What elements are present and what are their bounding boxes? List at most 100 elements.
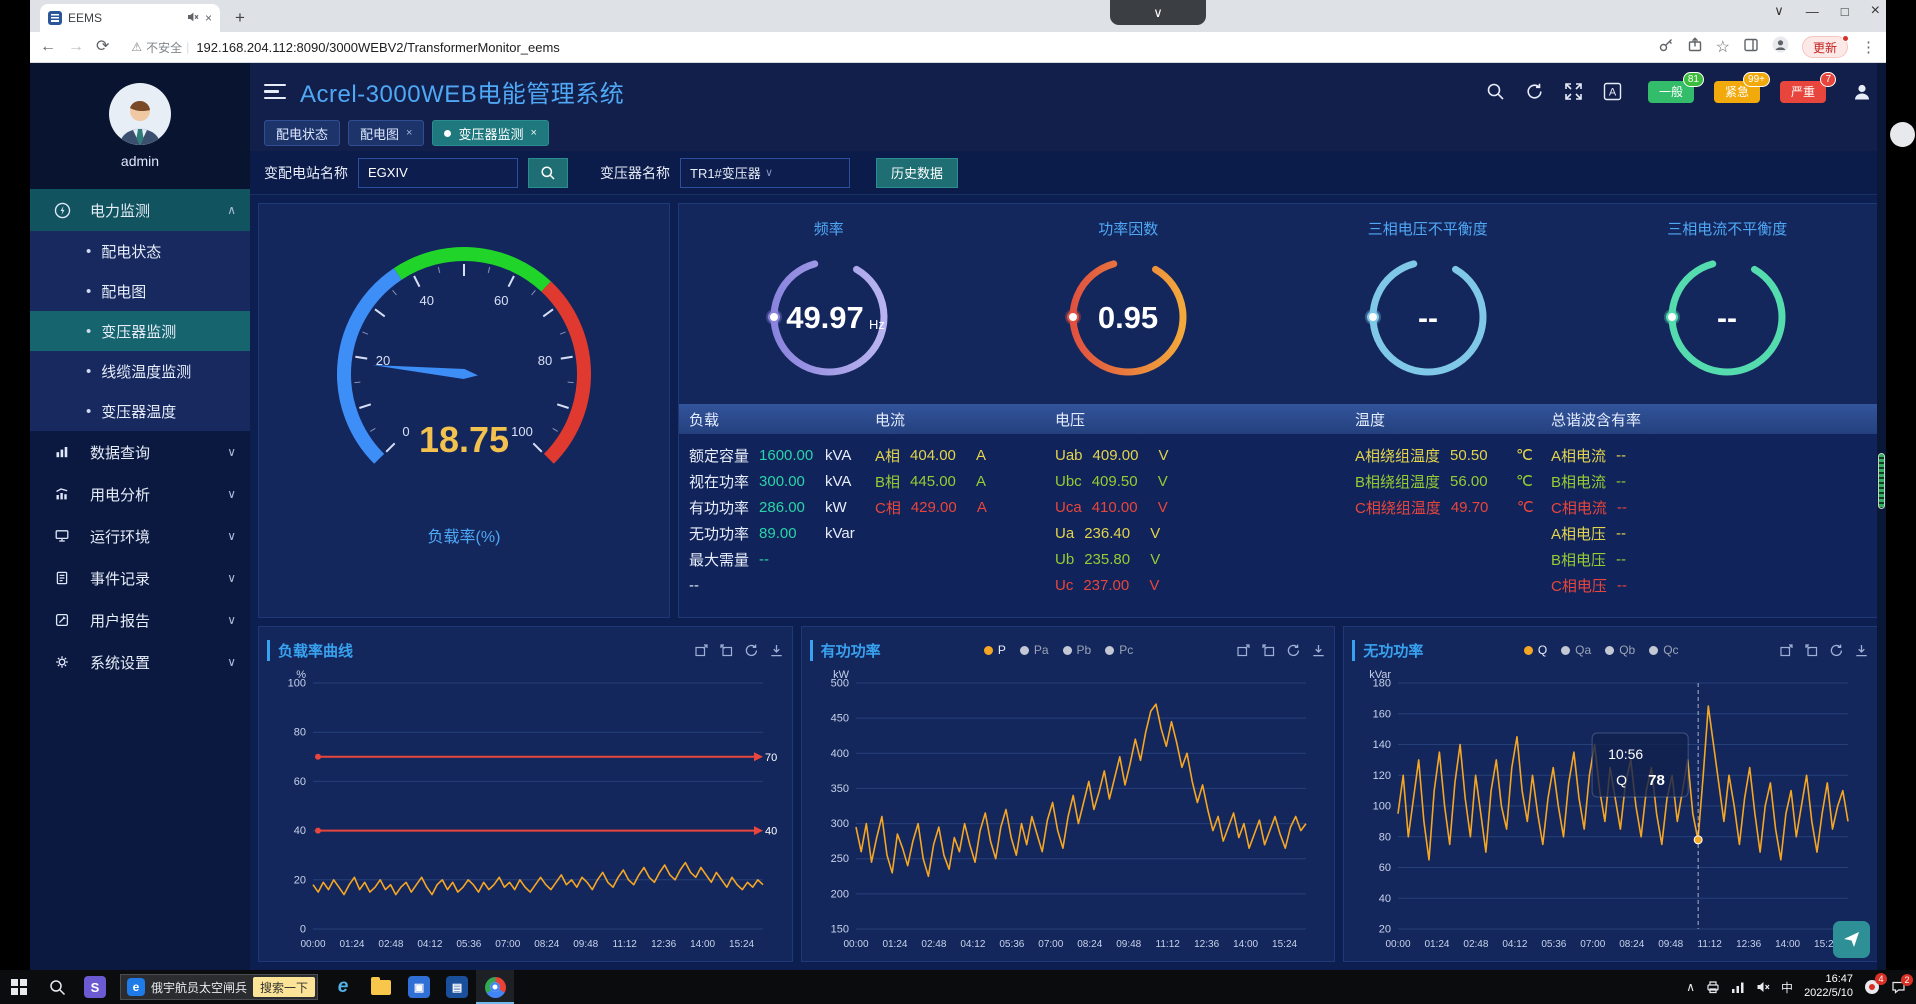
menu-kebab-icon[interactable]: ⋮ [1861, 38, 1876, 56]
window-maximize-button[interactable]: □ [1841, 4, 1849, 19]
alarm-badge-0[interactable]: 一般81 [1648, 81, 1694, 103]
legend-item-Qc[interactable]: Qc [1649, 643, 1678, 657]
reload-icon[interactable]: ⟳ [96, 39, 109, 55]
sidebar-item-1[interactable]: 数据查询∨ [30, 431, 250, 473]
download-icon[interactable] [769, 643, 784, 658]
sidebar-subitem-0-1[interactable]: •配电图 [30, 271, 250, 311]
svg-text:15:24: 15:24 [1272, 939, 1297, 950]
side-panel-icon[interactable] [1743, 37, 1759, 58]
bookmark-star-icon[interactable]: ☆ [1716, 37, 1730, 57]
fullscreen-icon[interactable] [1564, 82, 1583, 101]
news-widget[interactable]: e 俄宇航员太空闸兵 搜索一下 [120, 974, 318, 1000]
sidebar-subitem-0-3[interactable]: •线缆温度监测 [30, 351, 250, 391]
download-icon[interactable] [1854, 643, 1869, 658]
ring-gauge-title: 频率 [814, 218, 844, 239]
capture-bar[interactable]: ∨ [1110, 0, 1206, 25]
sidebar-item-4[interactable]: 事件记录∨ [30, 557, 250, 599]
ime-indicator[interactable]: 中 [1781, 979, 1793, 996]
update-button[interactable]: 更新 [1802, 36, 1848, 58]
tab-chip-1[interactable]: 配电图× [348, 120, 424, 146]
sidebar-item-2[interactable]: 用电分析∨ [30, 473, 250, 515]
password-key-icon[interactable] [1658, 37, 1674, 58]
sidebar-item-5[interactable]: 用户报告∨ [30, 599, 250, 641]
sidebar-subitem-0-2[interactable]: •变压器监测 [30, 311, 250, 351]
legend-item-Pc[interactable]: Pc [1105, 643, 1133, 657]
tray-chevron-up-icon[interactable]: ∧ [1686, 980, 1695, 994]
legend-item-Qa[interactable]: Qa [1561, 643, 1591, 657]
sidebar-subitem-0-4[interactable]: •变压器温度 [30, 391, 250, 431]
taskbar-search-icon[interactable] [38, 970, 76, 1004]
chat-float-button[interactable] [1833, 921, 1870, 958]
scrollbar-thumb[interactable] [1878, 453, 1885, 509]
avatar[interactable] [109, 83, 171, 145]
svg-text:11:12: 11:12 [613, 939, 638, 950]
share-icon[interactable] [1687, 37, 1703, 58]
alarm-badge-2[interactable]: 严重7 [1780, 81, 1826, 103]
sidebar-item-3[interactable]: 运行环境∨ [30, 515, 250, 557]
datazoom-icon[interactable] [694, 643, 709, 658]
refresh-icon[interactable] [744, 643, 759, 658]
datazoom-icon[interactable] [1779, 643, 1794, 658]
restore-icon[interactable] [719, 643, 734, 658]
table-column-4: A相电流--B相电流--C相电流--A相电压--B相电压--C相电压-- [1541, 442, 1877, 617]
profile-avatar-icon[interactable] [1772, 36, 1789, 58]
printer-icon[interactable] [1706, 980, 1720, 994]
start-button[interactable] [0, 970, 38, 1004]
file-explorer-icon[interactable] [362, 970, 400, 1004]
close-icon[interactable]: × [530, 127, 536, 139]
tab-close-icon[interactable]: × [205, 12, 212, 24]
hamburger-menu-icon[interactable] [264, 84, 286, 100]
ie-icon[interactable]: e [324, 970, 362, 1004]
new-tab-button[interactable]: + [228, 6, 252, 30]
refresh-icon[interactable] [1525, 82, 1544, 101]
history-data-button[interactable]: 历史数据 [876, 158, 958, 188]
volume-muted-icon[interactable] [1756, 980, 1770, 994]
transformer-select[interactable]: TR1#变压器 ∨ [680, 158, 850, 188]
address-bar[interactable]: ⚠ 不安全 | 192.168.204.112:8090/3000WEBV2/T… [121, 35, 1645, 59]
app-icon-blue2[interactable]: ▤ [438, 970, 476, 1004]
alarm-badge-1[interactable]: 紧急99+ [1714, 81, 1760, 103]
bullet-icon: • [86, 363, 91, 380]
chrome-icon[interactable] [476, 970, 514, 1004]
sidebar-item-0[interactable]: 电力监测∧ [30, 189, 250, 231]
action-center-icon[interactable]: 2 [1891, 980, 1906, 995]
svg-text:80: 80 [294, 727, 306, 739]
forward-icon[interactable]: → [68, 39, 84, 55]
transformer-label: 变压器名称 [600, 163, 670, 183]
station-search-button[interactable] [528, 158, 568, 188]
search-icon[interactable] [1486, 82, 1505, 101]
sidebar-item-6[interactable]: 系统设置∨ [30, 641, 250, 683]
app-icon-s[interactable]: S [76, 970, 114, 1004]
tab-search-icon[interactable]: ∨ [1774, 3, 1784, 19]
station-input[interactable] [358, 158, 518, 188]
back-icon[interactable]: ← [40, 39, 56, 55]
close-icon[interactable]: × [406, 127, 412, 139]
browser-tab[interactable]: EEMS × [40, 4, 220, 32]
download-icon[interactable] [1311, 643, 1326, 658]
refresh-icon[interactable] [1286, 643, 1301, 658]
network-icon[interactable] [1731, 980, 1745, 994]
legend-item-P[interactable]: P [984, 643, 1006, 657]
messages-tray-icon[interactable]: 4 [1864, 979, 1880, 995]
restore-icon[interactable] [1261, 643, 1276, 658]
tab-chip-0[interactable]: 配电状态 [264, 120, 340, 146]
tab-chip-2[interactable]: 变压器监测× [432, 120, 548, 146]
taskbar-clock[interactable]: 16:47 2022/5/10 [1804, 973, 1853, 1001]
app-icon-blue1[interactable]: ▣ [400, 970, 438, 1004]
page-scrollbar[interactable] [1877, 63, 1886, 970]
svg-text:400: 400 [830, 748, 848, 760]
window-close-button[interactable]: × [1871, 2, 1880, 20]
legend-item-Pa[interactable]: Pa [1020, 643, 1049, 657]
window-minimize-button[interactable]: — [1806, 4, 1819, 19]
translate-icon[interactable]: A [1603, 82, 1622, 101]
tab-audio-muted-icon[interactable] [187, 11, 199, 25]
datazoom-icon[interactable] [1236, 643, 1251, 658]
legend-item-Pb[interactable]: Pb [1063, 643, 1092, 657]
legend-item-Qb[interactable]: Qb [1605, 643, 1635, 657]
user-icon[interactable] [1852, 82, 1872, 102]
legend-item-Q[interactable]: Q [1524, 643, 1547, 657]
screen-bubble[interactable] [1890, 122, 1915, 147]
restore-icon[interactable] [1804, 643, 1819, 658]
refresh-icon[interactable] [1829, 643, 1844, 658]
sidebar-subitem-0-0[interactable]: •配电状态 [30, 231, 250, 271]
